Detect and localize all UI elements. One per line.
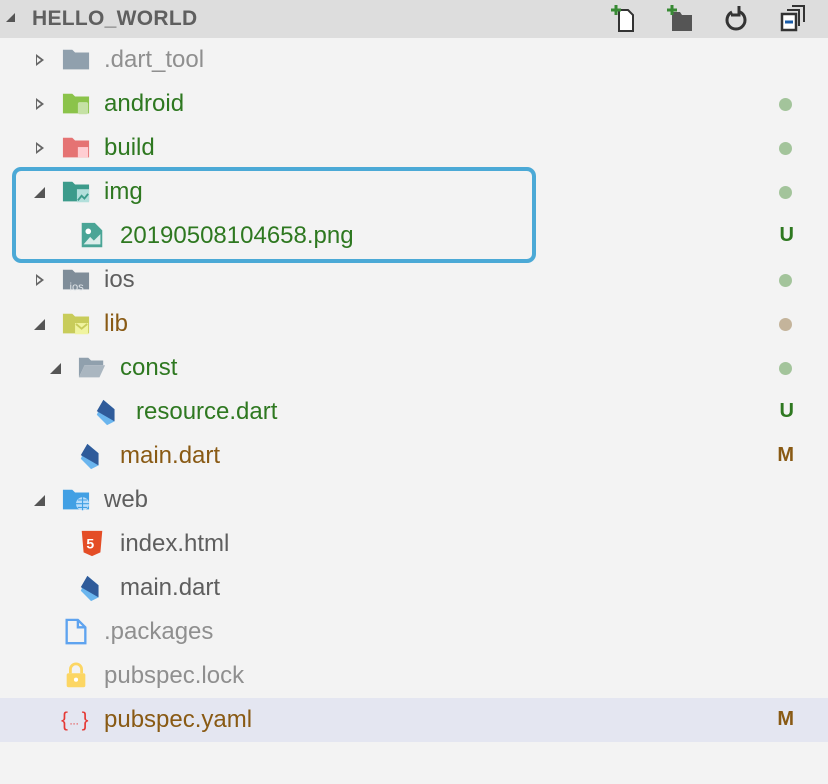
- chevron-down-icon[interactable]: [34, 495, 45, 506]
- git-status-dot: [779, 142, 792, 155]
- image-file-icon: [81, 222, 103, 248]
- tree-item[interactable]: android: [0, 82, 828, 126]
- lock-file-icon: [66, 662, 86, 688]
- chevron-right-icon[interactable]: [36, 54, 44, 66]
- tree-item[interactable]: pubspec.lock: [0, 654, 828, 698]
- tree-item-label: .packages: [104, 618, 214, 645]
- collapse-all-icon[interactable]: [778, 4, 808, 34]
- folder-images-icon: [62, 181, 90, 203]
- generic-file-icon: [65, 618, 87, 645]
- tree-item[interactable]: 20190508104658.png U: [0, 214, 828, 258]
- tree-item[interactable]: ios ios: [0, 258, 828, 302]
- svg-text:ios: ios: [69, 281, 84, 293]
- tree-item[interactable]: build: [0, 126, 828, 170]
- tree-item-label: main.dart: [120, 574, 221, 601]
- tree-item-label: web: [104, 486, 149, 513]
- svg-text:5: 5: [86, 536, 94, 552]
- folder-lib-icon: [62, 313, 90, 335]
- tree-item[interactable]: 5 index.html: [0, 522, 828, 566]
- dart-file-icon: [80, 443, 99, 470]
- tree-item-label: index.html: [120, 530, 230, 557]
- folder-ios-icon: ios: [62, 269, 90, 293]
- git-status-dot: [779, 98, 792, 111]
- svg-text:}: }: [82, 709, 89, 732]
- folder-web-icon: [62, 489, 90, 511]
- git-status-badge: M: [777, 444, 794, 466]
- tree-item-label: android: [104, 90, 185, 117]
- html-file-icon: 5: [81, 530, 103, 557]
- tree-item[interactable]: img: [0, 170, 828, 214]
- tree-item[interactable]: const: [0, 346, 828, 390]
- svg-text:{: {: [61, 709, 68, 732]
- tree-item[interactable]: resource.dart U: [0, 390, 828, 434]
- explorer-header[interactable]: HELLO_WORLD: [0, 0, 828, 38]
- tree-item-label: lib: [104, 310, 129, 337]
- tree-item[interactable]: main.dart M: [0, 434, 828, 478]
- git-status-badge: M: [777, 708, 794, 730]
- folder-android-icon: [62, 93, 90, 115]
- git-status-dot: [779, 362, 792, 375]
- chevron-right-icon[interactable]: [36, 142, 44, 154]
- tree-item[interactable]: main.dart: [0, 566, 828, 610]
- tree-item-label: img: [104, 178, 143, 205]
- tree-item-label: .dart_tool: [104, 46, 205, 73]
- tree-item[interactable]: web: [0, 478, 828, 522]
- tree-item[interactable]: {}... pubspec.yaml M: [0, 698, 828, 742]
- folder-open-grey-icon: [78, 357, 106, 378]
- dart-file-icon: [80, 575, 99, 602]
- svg-text:...: ...: [69, 716, 78, 728]
- tree-item-label: build: [104, 134, 155, 161]
- chevron-down-icon[interactable]: [34, 319, 45, 330]
- git-status-badge: U: [779, 224, 794, 246]
- dart-file-icon: [96, 399, 115, 426]
- tree-item[interactable]: lib: [0, 302, 828, 346]
- git-status-badge: U: [779, 400, 794, 422]
- git-status-dot: [779, 274, 792, 287]
- new-folder-icon[interactable]: [666, 4, 696, 34]
- tree-item-label: pubspec.lock: [104, 662, 245, 689]
- folder-grey-icon: [62, 49, 90, 70]
- tree-item-label: pubspec.yaml: [104, 706, 253, 733]
- git-status-dot: [779, 186, 792, 199]
- yaml-file-icon: {}...: [61, 709, 89, 732]
- tree-item[interactable]: .dart_tool: [0, 38, 828, 82]
- refresh-icon[interactable]: [721, 4, 751, 34]
- new-file-icon[interactable]: [610, 4, 640, 34]
- tree-item-label: resource.dart: [136, 398, 278, 425]
- workspace-title: HELLO_WORLD: [32, 7, 198, 30]
- folder-build-icon: [62, 137, 90, 158]
- collapse-section-icon[interactable]: [6, 13, 15, 22]
- tree-item-label: 20190508104658.png: [120, 222, 354, 249]
- tree-item-label: const: [120, 354, 178, 381]
- tree-item[interactable]: .packages: [0, 610, 828, 654]
- tree-item-label: ios: [104, 266, 135, 293]
- chevron-right-icon[interactable]: [36, 98, 44, 110]
- tree-item-label: main.dart: [120, 442, 221, 469]
- chevron-down-icon[interactable]: [34, 187, 45, 198]
- chevron-down-icon[interactable]: [50, 363, 61, 374]
- git-status-dot: [779, 318, 792, 331]
- chevron-right-icon[interactable]: [36, 274, 44, 286]
